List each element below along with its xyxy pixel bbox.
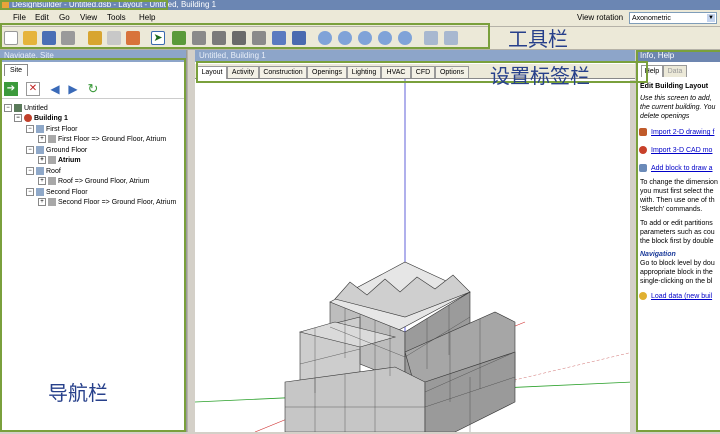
- menu-go[interactable]: Go: [59, 13, 70, 22]
- menu-view[interactable]: View: [80, 13, 97, 22]
- menu-file[interactable]: File: [13, 13, 26, 22]
- toolbar-highlight-box: [0, 23, 490, 49]
- view-rotation-dropdown[interactable]: Axonometric ▼: [629, 12, 717, 24]
- main-panel: Untitled, Building 1 Layout Activity Con…: [194, 50, 635, 433]
- chevron-down-icon[interactable]: ▼: [707, 14, 715, 22]
- model-viewport[interactable]: [194, 79, 634, 433]
- menu-help[interactable]: Help: [139, 13, 155, 22]
- toolbar-annotation-label: 工具栏: [508, 27, 568, 51]
- navigation-highlight-box: [0, 58, 186, 432]
- view-rotation-label: View rotation: [577, 13, 624, 22]
- panel-splitter[interactable]: [630, 80, 635, 432]
- menu-tools[interactable]: Tools: [107, 13, 126, 22]
- navigation-annotation-label: 导航栏: [48, 381, 108, 405]
- menu-highlight-box: [0, 0, 168, 10]
- building-model: [194, 79, 634, 433]
- menu-edit[interactable]: Edit: [35, 13, 49, 22]
- view-rotation-value: Axonometric: [632, 15, 671, 22]
- info-highlight-box: [636, 50, 720, 432]
- tabs-annotation-label: 设置标签栏: [490, 64, 590, 88]
